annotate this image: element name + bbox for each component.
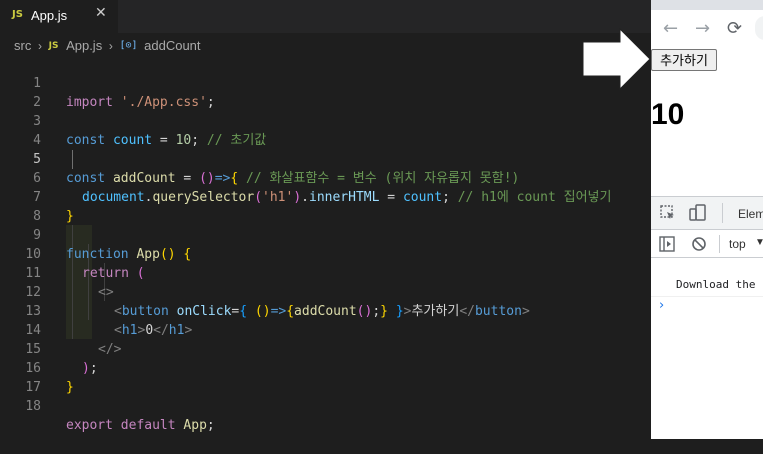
console-message: Download the (676, 278, 756, 291)
editor-tab-bar: JS App.js ✕ (0, 0, 651, 33)
code-line: 14 </> (0, 302, 651, 357)
code-editor: JS App.js ✕ src › JS App.js › [⊙] addCou… (0, 0, 651, 439)
toolbar-divider (722, 203, 723, 223)
tab-app-js[interactable]: JS App.js ✕ (0, 0, 118, 33)
code-line: 16 } (0, 340, 651, 395)
breadcrumb-file[interactable]: App.js (66, 38, 102, 53)
console-prompt-icon[interactable]: › (659, 298, 664, 313)
code-line: 17 (0, 359, 651, 395)
code-line: 8 (0, 188, 651, 224)
code-line: 5 const addCount = ()=>{ // 화살표함수 = 변수 (… (0, 131, 651, 186)
add-button[interactable]: 추가하기 (651, 49, 717, 71)
chevron-right-icon: › (108, 38, 113, 53)
address-bar[interactable] (755, 16, 763, 40)
breadcrumb-folder[interactable]: src (14, 38, 31, 53)
device-toolbar-icon[interactable] (689, 204, 707, 222)
forward-icon[interactable]: → (695, 18, 710, 39)
code-line: 4 (0, 112, 651, 148)
reload-icon[interactable]: ⟳ (727, 18, 742, 39)
toolbar-divider (719, 235, 720, 253)
clear-console-icon[interactable] (691, 236, 707, 252)
browser-window: ← → ⟳ 추가하기 10 Elem top ▼ Download the › (651, 0, 763, 439)
context-selector[interactable]: top (729, 237, 746, 251)
js-file-icon: JS (48, 40, 59, 51)
line-number: 18 (25, 399, 41, 414)
code-line: 2 (0, 74, 651, 110)
variable-symbol-icon: [⊙] (119, 40, 138, 52)
code-line: 10 return ( (0, 226, 651, 281)
devtools-tab-bar: Elem (651, 197, 763, 230)
chevron-right-icon: › (37, 38, 42, 53)
code-line: 13 <h1>0</h1> (0, 283, 651, 338)
code-line: 3 const count = 10; // 초기값 (0, 93, 651, 148)
back-icon[interactable]: ← (663, 18, 678, 39)
inspect-element-icon[interactable] (660, 205, 676, 221)
breadcrumb-symbol[interactable]: addCount (144, 38, 200, 53)
tab-label: App.js (31, 8, 68, 23)
pointer-arrow-icon (582, 28, 651, 90)
browser-tab-strip (651, 0, 763, 10)
code-line: 11 <> (0, 245, 651, 300)
code-line: 18 export default App; (0, 378, 651, 433)
browser-toolbar: ← → ⟳ (651, 14, 763, 44)
code-line: 15 ); (0, 321, 651, 376)
tab-elements[interactable]: Elem (738, 207, 763, 221)
chevron-down-icon[interactable]: ▼ (755, 237, 763, 248)
code-line: 1 import './App.css'; (0, 55, 651, 110)
code-line: 7 } (0, 169, 651, 224)
console-toolbar: top ▼ (651, 230, 763, 258)
code-line: 12 <button onClick={ ()=>{addCount();} }… (0, 264, 651, 319)
breadcrumb: src › JS App.js › [⊙] addCount (14, 37, 201, 53)
close-icon[interactable]: ✕ (95, 5, 107, 21)
sidebar-toggle-icon[interactable] (659, 236, 675, 252)
code-line: 6 document.querySelector('h1').innerHTML… (0, 150, 651, 205)
code-line: 9 function App() { (0, 207, 651, 262)
console-divider (651, 296, 763, 297)
js-file-icon: JS (12, 9, 23, 20)
page-heading: 10 (651, 98, 685, 131)
